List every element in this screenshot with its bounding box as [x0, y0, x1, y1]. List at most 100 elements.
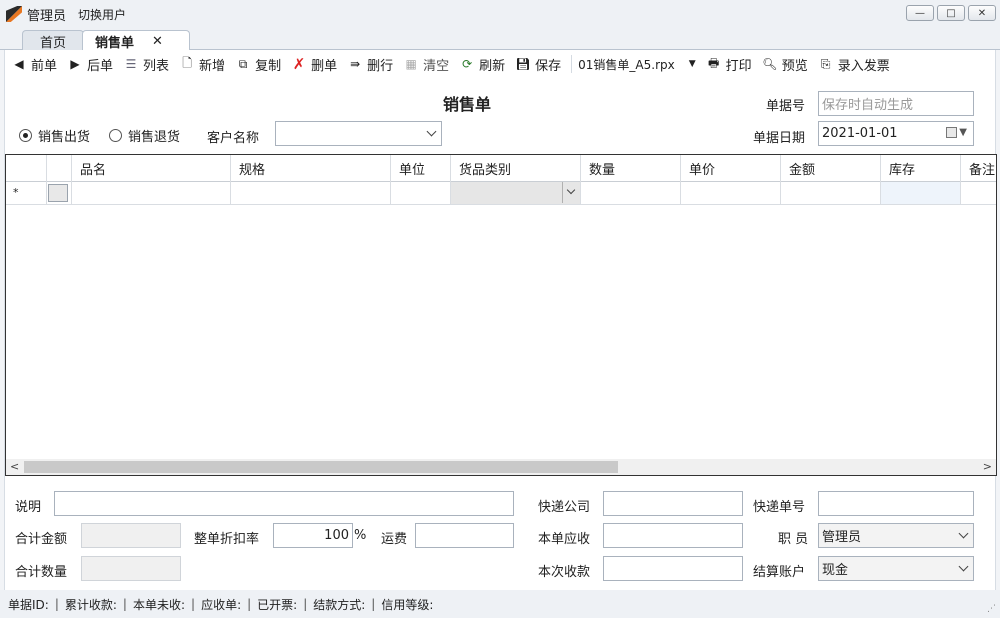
resize-grip-icon[interactable]: ⋰: [987, 604, 996, 614]
toolbar: ◀ 前单 ▶ 后单 ☰ 列表 🗋 新增 ⧉ 复制 ✗ 删单 ⇛ 删行 ▦ 清空 …: [4, 50, 996, 78]
calendar-icon[interactable]: ▼: [946, 127, 967, 138]
preview-magnifier-icon: 🔍︎: [762, 57, 778, 71]
copy-label: 复制: [255, 58, 282, 74]
app-logo-icon: [6, 6, 22, 22]
print-template-select[interactable]: 01销售单_A5.rpx ▼: [578, 56, 696, 73]
cell-remark[interactable]: [961, 182, 996, 205]
list-button[interactable]: ☰ 列表: [123, 55, 169, 74]
chevron-down-icon: ▼: [688, 59, 696, 69]
staff-label: 职 员: [778, 532, 809, 547]
switch-user-link[interactable]: 切换用户: [78, 6, 126, 23]
status-divider: |: [247, 597, 252, 611]
express-company-field[interactable]: [603, 491, 743, 516]
arrow-left-icon: ◀: [14, 57, 24, 71]
chevron-down-icon: [426, 126, 437, 137]
tab-close-icon[interactable]: ✕: [152, 34, 163, 49]
freight-label: 运费: [381, 532, 408, 547]
current-user: 管理员: [27, 8, 67, 24]
order-summary: 说明 快递公司 快递单号 合计金额 整单折扣率 100 % 运费 本单应收 职 …: [4, 476, 996, 590]
cell-product-name[interactable]: [72, 182, 231, 205]
percent-sign: %: [354, 528, 367, 543]
status-divider: |: [54, 597, 59, 611]
scroll-left-icon[interactable]: <: [10, 460, 19, 473]
col-product-name[interactable]: 品名: [72, 155, 231, 182]
delete-order-button[interactable]: ✗ 删单: [291, 55, 337, 74]
save-button[interactable]: 💾︎ 保存: [515, 55, 562, 74]
radio-sales-return[interactable]: 销售退货: [109, 126, 180, 145]
copy-button[interactable]: ⧉ 复制: [235, 55, 281, 74]
clear-button[interactable]: ▦ 清空: [403, 55, 449, 74]
clear-grid-icon: ▦: [405, 57, 417, 71]
col-spec[interactable]: 规格: [231, 155, 391, 182]
row-select-cell[interactable]: [47, 182, 72, 205]
col-remark[interactable]: 备注: [961, 155, 996, 182]
enter-invoice-button[interactable]: ⎘ 录入发票: [818, 55, 890, 74]
clear-label: 清空: [423, 58, 450, 74]
doc-no-field[interactable]: 保存时自动生成: [818, 91, 974, 116]
received-label: 本次收款: [538, 565, 591, 580]
cell-unit[interactable]: [391, 182, 451, 205]
cell-category-combo[interactable]: [451, 182, 581, 205]
refresh-icon: ⟳: [462, 57, 473, 71]
maximize-button[interactable]: □: [937, 5, 965, 21]
horizontal-scrollbar[interactable]: < >: [6, 459, 996, 475]
form-title: 销售单: [443, 95, 492, 114]
minimize-button[interactable]: —: [906, 5, 934, 21]
discount-field[interactable]: 100: [273, 523, 353, 548]
refresh-button[interactable]: ⟳ 刷新: [459, 55, 505, 74]
col-unit[interactable]: 单位: [391, 155, 451, 182]
col-quantity[interactable]: 数量: [581, 155, 681, 182]
col-category[interactable]: 货品类别: [451, 155, 581, 182]
express-no-field[interactable]: [818, 491, 974, 516]
col-stock[interactable]: 库存: [881, 155, 961, 182]
receivable-field[interactable]: [603, 523, 743, 548]
freight-field[interactable]: [415, 523, 514, 548]
next-order-button[interactable]: ▶ 后单: [67, 55, 113, 74]
cell-spec[interactable]: [231, 182, 391, 205]
close-window-button[interactable]: ✕: [968, 5, 996, 21]
new-button[interactable]: 🗋 新增: [179, 55, 225, 74]
cell-quantity[interactable]: [581, 182, 681, 205]
table-row[interactable]: *: [6, 182, 996, 205]
save-label: 保存: [535, 58, 562, 74]
status-invoiced: 已开票:: [257, 597, 298, 612]
note-field[interactable]: [54, 491, 514, 516]
tab-sales-order[interactable]: 销售单 ✕: [82, 30, 190, 51]
printer-icon: 🖶︎: [708, 55, 720, 70]
grid-header-select: [47, 155, 72, 182]
delete-row-label: 删行: [367, 58, 394, 74]
next-order-label: 后单: [87, 58, 114, 74]
row-checkbox[interactable]: [48, 184, 68, 202]
account-value: 现金: [822, 563, 849, 578]
doc-no-label: 单据号: [766, 99, 806, 114]
chevron-down-icon: [958, 528, 969, 539]
received-field[interactable]: [603, 556, 743, 581]
cell-unit-price[interactable]: [681, 182, 781, 205]
tab-home[interactable]: 首页: [22, 30, 84, 51]
scrollbar-thumb[interactable]: [24, 461, 618, 473]
prev-order-button[interactable]: ◀ 前单: [11, 55, 57, 74]
col-unit-price[interactable]: 单价: [681, 155, 781, 182]
delete-order-label: 删单: [311, 58, 338, 74]
category-dropdown-button[interactable]: [562, 182, 580, 203]
date-label: 单据日期: [753, 131, 806, 146]
print-button[interactable]: 🖶︎ 打印: [706, 55, 752, 74]
status-receivable: 应收单:: [201, 597, 242, 612]
customer-select[interactable]: [275, 121, 442, 146]
account-select[interactable]: 现金: [818, 556, 974, 581]
note-label: 说明: [15, 500, 42, 515]
scroll-right-icon[interactable]: >: [983, 460, 992, 473]
staff-select[interactable]: 管理员: [818, 523, 974, 548]
order-lines-grid: 品名 规格 单位 货品类别 数量 单价 金额 库存 备注 * < >: [5, 154, 997, 476]
chevron-down-icon: [566, 185, 576, 195]
preview-button[interactable]: 🔍︎ 预览: [762, 55, 808, 74]
col-amount[interactable]: 金额: [781, 155, 881, 182]
delete-row-button[interactable]: ⇛ 删行: [347, 55, 393, 74]
radio-sales-out[interactable]: 销售出货: [19, 126, 90, 145]
order-form: 销售单 单据号 保存时自动生成 销售出货 销售退货 客户名称 单据日期 2021…: [4, 78, 997, 476]
date-picker[interactable]: 2021-01-01 ▼: [818, 121, 974, 146]
total-qty-label: 合计数量: [15, 565, 68, 580]
status-total-received: 累计收款:: [64, 597, 117, 612]
row-indicator: *: [6, 182, 47, 205]
cell-amount[interactable]: [781, 182, 881, 205]
